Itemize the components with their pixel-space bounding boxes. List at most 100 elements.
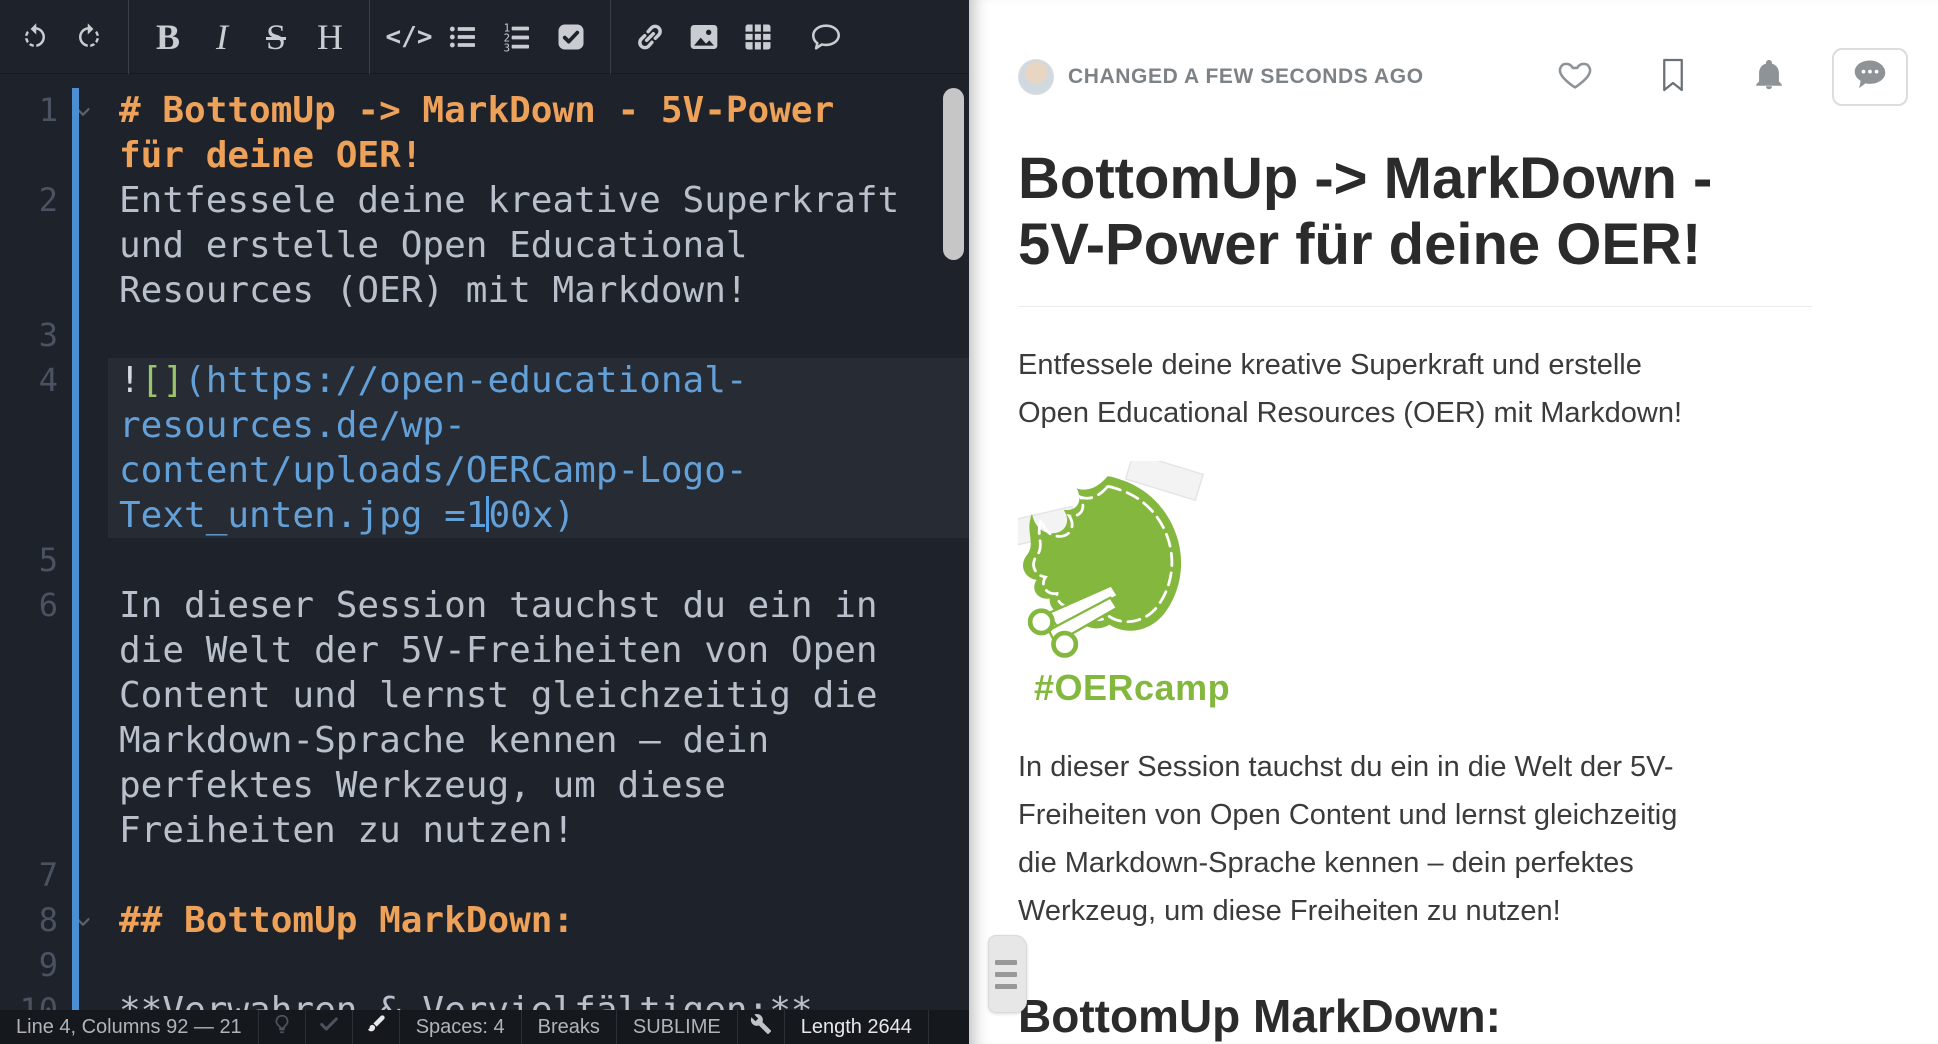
editor-line-row[interactable]: Markdown-Sprache kennen – dein: [0, 718, 969, 763]
editor-line-row[interactable]: 6In dieser Session tauchst du ein in: [0, 583, 969, 628]
fold-chevron-icon: [58, 583, 108, 628]
check-list-button[interactable]: [544, 0, 598, 74]
toolbar-separator: [128, 0, 129, 74]
preview-pane: CHANGED A FEW SECONDS AGO BottomUp -> Ma…: [969, 0, 1938, 1044]
spaces-setting[interactable]: Spaces: 4: [400, 1010, 522, 1044]
wrench-icon: [750, 1013, 772, 1041]
editor-line-row[interactable]: 8## BottomUp MarkDown:: [0, 898, 969, 943]
fold-chevron-icon: [58, 853, 108, 898]
editor-scrollbar[interactable]: [943, 88, 964, 260]
fold-chevron-icon: [58, 763, 108, 808]
editor-line-row[interactable]: Resources (OER) mit Markdown!: [0, 268, 969, 313]
check-icon: [318, 1013, 340, 1041]
fold-chevron-icon: [58, 268, 108, 313]
line-number: [0, 628, 58, 673]
editor-line-text: ## BottomUp MarkDown:: [108, 898, 969, 943]
split-drag-handle[interactable]: [988, 935, 1027, 1013]
editor-line-row[interactable]: content/uploads/OERCamp-Logo-: [0, 448, 969, 493]
editor-toolbar: B I S H </> 123: [0, 0, 969, 74]
code-lines: 1# BottomUp -> MarkDown - 5V-Powerfür de…: [0, 88, 969, 1010]
comment-button[interactable]: [799, 0, 853, 74]
theme-toggle[interactable]: [353, 1010, 400, 1044]
like-button[interactable]: [1556, 57, 1594, 98]
notifications-button[interactable]: [1752, 57, 1786, 98]
redo-icon: [74, 22, 104, 52]
line-number: 2: [0, 178, 58, 223]
bold-button[interactable]: B: [141, 0, 195, 74]
unordered-list-button[interactable]: [436, 0, 490, 74]
avatar[interactable]: [1018, 59, 1054, 95]
editor-line-text: für deine OER!: [108, 133, 969, 178]
code-editor[interactable]: 1# BottomUp -> MarkDown - 5V-Powerfür de…: [0, 74, 969, 1010]
editor-line-text: In dieser Session tauchst du ein in: [108, 583, 969, 628]
editor-line-row[interactable]: Text_unten.jpg =100x): [0, 493, 969, 538]
editor-line-row[interactable]: 1# BottomUp -> MarkDown - 5V-Power: [0, 88, 969, 133]
editor-line-row[interactable]: für deine OER!: [0, 133, 969, 178]
editor-line-row[interactable]: Content und lernst gleichzeitig die: [0, 673, 969, 718]
editor-line-text: [108, 313, 969, 358]
fold-chevron-icon: [58, 988, 108, 1010]
line-number: 3: [0, 313, 58, 358]
fold-chevron-icon: [58, 313, 108, 358]
editor-line-row[interactable]: resources.de/wp-: [0, 403, 969, 448]
italic-button[interactable]: I: [195, 0, 249, 74]
undo-button[interactable]: [8, 0, 62, 74]
unordered-list-icon: [447, 21, 479, 53]
editor-line-row[interactable]: 2 Entfessele deine kreative Superkraft: [0, 178, 969, 223]
editor-line-row[interactable]: 3: [0, 313, 969, 358]
code-button[interactable]: </>: [382, 0, 436, 74]
breaks-setting[interactable]: Breaks: [522, 1010, 617, 1044]
intro-paragraph: Entfessele deine kreative Superkraft und…: [1018, 341, 1812, 437]
editor-line-text: [108, 943, 969, 988]
editor-line-row[interactable]: und erstelle Open Educational: [0, 223, 969, 268]
table-button[interactable]: [731, 0, 785, 74]
preferences-button[interactable]: [738, 1010, 785, 1044]
editor-line-row[interactable]: die Welt der 5V-Freiheiten von Open: [0, 628, 969, 673]
text-cursor: [486, 496, 489, 532]
lightbulb-toggle[interactable]: [259, 1010, 306, 1044]
fold-chevron-icon: [58, 223, 108, 268]
editor-line-row[interactable]: 10**Verwahren & Vervielfältigen:**: [0, 988, 969, 1010]
fold-chevron-icon[interactable]: [58, 88, 108, 133]
line-number: 1: [0, 88, 58, 133]
rendered-document: BottomUp -> MarkDown -5V-Power für deine…: [969, 146, 1829, 1044]
editor-line-row[interactable]: Freiheiten zu nutzen!: [0, 808, 969, 853]
undo-icon: [20, 22, 50, 52]
section-heading: BottomUp MarkDown:: [1018, 989, 1812, 1044]
strikethrough-button[interactable]: S: [249, 0, 303, 74]
comments-panel-button[interactable]: [1832, 48, 1908, 106]
link-button[interactable]: [623, 0, 677, 74]
line-number: [0, 718, 58, 763]
editor-line-text: [108, 538, 969, 583]
fold-chevron-icon: [58, 808, 108, 853]
ordered-list-button[interactable]: 123: [490, 0, 544, 74]
oercamp-logo-text: #OERcamp: [1034, 667, 1829, 709]
ordered-list-icon: 123: [501, 21, 533, 53]
editor-pane: B I S H </> 123: [0, 0, 969, 1044]
bold-icon: B: [156, 19, 180, 55]
svg-text:3: 3: [504, 41, 510, 52]
authorship-bar: [72, 88, 79, 1010]
editor-line-text: Entfessele deine kreative Superkraft: [108, 178, 969, 223]
editor-line-row[interactable]: 4![](https://open-educational-: [0, 358, 969, 403]
editor-line-row[interactable]: perfektes Werkzeug, um diese: [0, 763, 969, 808]
redo-button[interactable]: [62, 0, 116, 74]
editor-line-text: Markdown-Sprache kennen – dein: [108, 718, 969, 763]
editor-line-row[interactable]: 7: [0, 853, 969, 898]
code-icon: </>: [386, 22, 433, 52]
editor-line-text: Resources (OER) mit Markdown!: [108, 268, 969, 313]
spellcheck-toggle[interactable]: [306, 1010, 353, 1044]
app-window: B I S H </> 123: [0, 0, 1938, 1044]
keymap-setting[interactable]: SUBLIME: [617, 1010, 738, 1044]
fold-chevron-icon[interactable]: [58, 898, 108, 943]
editor-line-text: und erstelle Open Educational: [108, 223, 969, 268]
line-number: [0, 223, 58, 268]
editor-line-row[interactable]: 9: [0, 943, 969, 988]
editor-line-text: [108, 853, 969, 898]
image-button[interactable]: [677, 0, 731, 74]
cursor-position-status: Line 4, Columns 92 — 21: [0, 1010, 259, 1044]
fold-chevron-icon: [58, 538, 108, 583]
editor-line-row[interactable]: 5: [0, 538, 969, 583]
bookmark-button[interactable]: [1658, 56, 1688, 99]
heading-button[interactable]: H: [303, 0, 357, 74]
